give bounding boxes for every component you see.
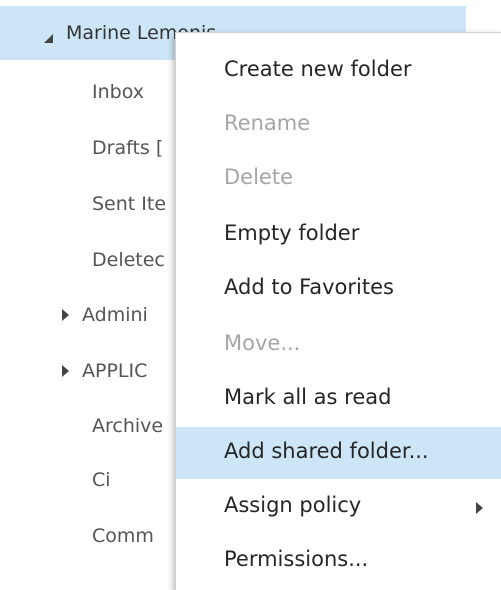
menu-item-move: Move... (176, 319, 501, 371)
folder-label: Sent Ite (92, 193, 167, 215)
menu-item-label: Add shared folder... (224, 439, 429, 463)
menu-item-add-to-favorites[interactable]: Add to Favorites (176, 263, 501, 315)
folder-context-menu: Create new folder Rename Delete Empty fo… (175, 32, 501, 590)
expand-triangle-icon[interactable] (62, 365, 69, 377)
folder-label: Archive (92, 415, 164, 437)
folder-item-admin[interactable]: Admini (82, 295, 148, 335)
menu-item-label: Delete (224, 165, 293, 189)
menu-item-label: Empty folder (224, 221, 360, 245)
menu-item-delete: Delete (176, 153, 501, 205)
menu-item-rename: Rename (176, 99, 501, 151)
folder-item-inbox[interactable]: Inbox (92, 72, 144, 112)
submenu-arrow-icon (476, 502, 483, 514)
menu-item-assign-policy[interactable]: Assign policy (176, 481, 501, 533)
folder-label: Inbox (92, 81, 144, 103)
expand-triangle-icon[interactable] (62, 309, 69, 321)
menu-item-label: Create new folder (224, 57, 412, 81)
menu-item-label: Move... (224, 331, 301, 355)
menu-item-mark-all-as-read[interactable]: Mark all as read (176, 373, 501, 425)
menu-item-permissions[interactable]: Permissions... (176, 535, 501, 587)
folder-item-sent-items[interactable]: Sent Ite (92, 184, 166, 224)
folder-item-deleted-items[interactable]: Deletec (92, 240, 165, 280)
menu-item-label: Mark all as read (224, 385, 392, 409)
folder-label: APPLIC (82, 360, 148, 382)
folder-label: Drafts [ (92, 137, 164, 159)
folder-item-ci[interactable]: Ci (92, 460, 111, 500)
folder-label: Admini (82, 304, 148, 326)
folder-label: Deletec (92, 249, 165, 271)
folder-item-comm[interactable]: Comm (92, 516, 154, 556)
menu-item-label: Permissions... (224, 547, 369, 571)
menu-item-create-new-folder[interactable]: Create new folder (176, 45, 501, 97)
folder-label: Ci (92, 469, 111, 491)
folder-item-archive[interactable]: Archive (92, 406, 163, 446)
menu-item-label: Rename (224, 111, 311, 135)
folder-item-applic[interactable]: APPLIC (82, 351, 147, 391)
menu-item-empty-folder[interactable]: Empty folder (176, 209, 501, 261)
mail-window: Marine Lemonis Inbox Drafts [ Sent Ite D… (0, 0, 501, 590)
collapse-triangle-icon[interactable] (44, 34, 53, 43)
menu-item-label: Add to Favorites (224, 275, 394, 299)
menu-item-label: Assign policy (224, 493, 362, 517)
folder-item-drafts[interactable]: Drafts [ (92, 128, 163, 168)
menu-item-add-shared-folder[interactable]: Add shared folder... (176, 427, 501, 479)
folder-label: Comm (92, 525, 154, 547)
